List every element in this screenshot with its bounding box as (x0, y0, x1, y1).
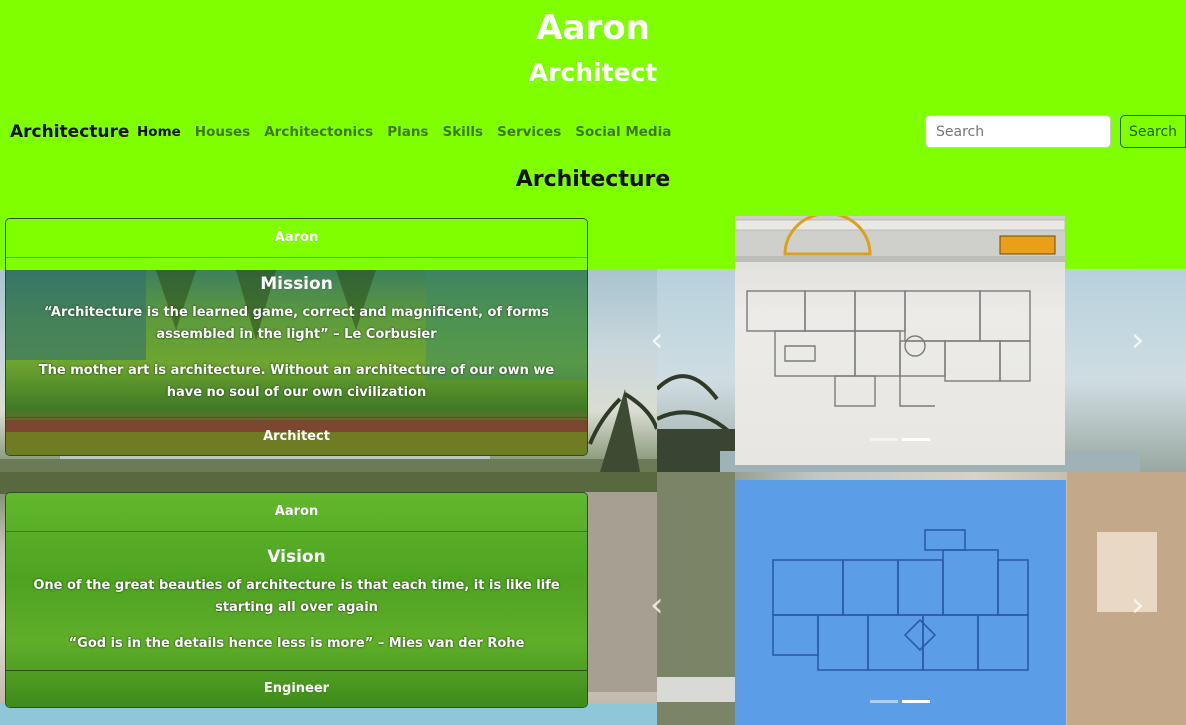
search-button[interactable]: Search (1120, 115, 1186, 148)
nav-link-architectonics[interactable]: Architectonics (264, 124, 373, 140)
navbar-brand[interactable]: Architecture (10, 122, 129, 142)
site-owner-role: Architect (528, 58, 658, 87)
carousel-indicator-1[interactable] (870, 438, 898, 441)
nav-link-home[interactable]: Home (137, 124, 181, 140)
vision-card-footer: Engineer (6, 670, 587, 707)
site-owner-name: Aaron (536, 8, 650, 48)
nav-link-social-media[interactable]: Social Media (575, 124, 671, 140)
carousel2-next-icon[interactable]: › (1131, 585, 1145, 625)
vision-card-quote-1: One of the great beauties of architectur… (33, 578, 560, 615)
vision-card-quote-2: “God is in the details hence less is mor… (68, 636, 525, 651)
mission-card-title: Mission (260, 274, 333, 294)
nav-link-services[interactable]: Services (497, 124, 561, 140)
carousel-indicator-2[interactable] (902, 438, 930, 441)
nav-link-houses[interactable]: Houses (195, 124, 250, 140)
mission-card-header: Aaron (6, 219, 587, 258)
main-nav: Home Houses Architectonics Plans Skills … (137, 124, 685, 140)
floor-plan-sketch-image (735, 216, 1065, 465)
carousel-prev-icon[interactable]: ‹ (650, 320, 664, 360)
vision-card-title: Vision (267, 547, 326, 567)
section-title: Architecture (515, 167, 671, 192)
carousel2-indicator-2[interactable] (902, 700, 930, 703)
vision-card: Aaron Vision One of the great beauties o… (5, 492, 588, 708)
carousel2-indicator-1[interactable] (870, 700, 898, 703)
nav-link-skills[interactable]: Skills (442, 124, 483, 140)
carousel-next-icon[interactable]: › (1131, 320, 1145, 360)
search-input[interactable] (925, 115, 1111, 148)
mission-card: Aaron Mission “Architecture is the learn… (5, 218, 588, 456)
vision-card-header: Aaron (6, 493, 587, 532)
mission-card-quote-2: The mother art is architecture. Without … (38, 363, 555, 400)
nav-link-plans[interactable]: Plans (387, 124, 428, 140)
mission-card-footer: Architect (6, 417, 587, 455)
mission-card-quote-1: “Architecture is the learned game, corre… (44, 305, 549, 342)
floor-plan-blueprint-image (735, 480, 1066, 725)
carousel2-prev-icon[interactable]: ‹ (650, 585, 664, 625)
